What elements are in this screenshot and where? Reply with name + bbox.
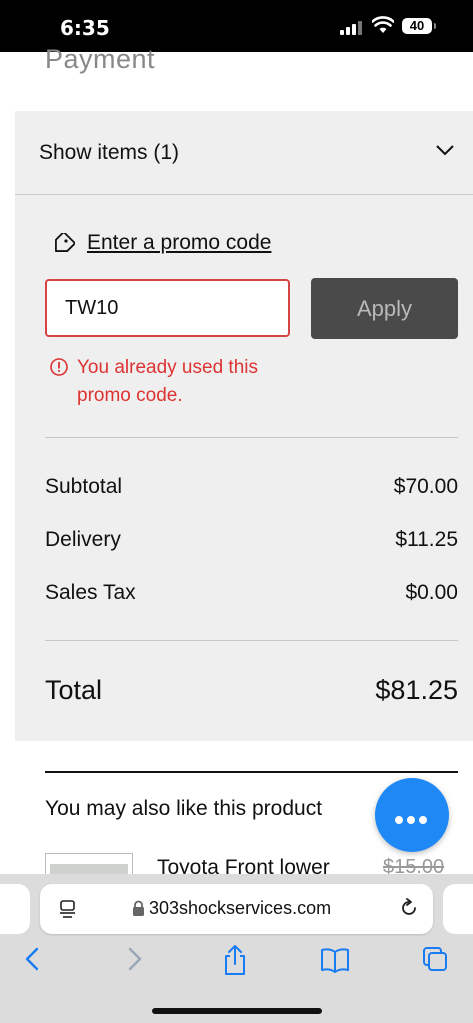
divider [45,437,458,438]
bookmarks-icon[interactable] [320,944,350,974]
total-label: Total [45,675,103,705]
delivery-label: Delivery [45,528,121,551]
error-icon [50,358,68,376]
divider [45,640,458,641]
tabs-icon[interactable] [421,944,449,974]
promo-code-input[interactable] [45,279,290,337]
chat-button[interactable] [375,778,449,852]
subtotal-value: $70.00 [393,475,458,498]
chevron-down-icon [436,145,454,156]
tag-icon [55,233,75,252]
page-title: Payment [45,44,156,74]
reload-icon[interactable] [398,897,420,919]
lock-icon [133,900,144,916]
show-items-toggle[interactable]: Show items (1) [15,111,473,195]
previous-tab-card[interactable] [0,884,30,934]
address-bar[interactable]: 303shockservices.com [40,884,433,934]
cellular-signal-icon [340,19,362,35]
total-value: $81.25 [375,675,458,705]
wifi-icon [372,16,394,33]
battery-icon: 40 [402,18,436,34]
apply-button[interactable]: Apply [311,278,458,339]
subtotal-label: Subtotal [45,475,123,498]
delivery-value: $11.25 [395,528,458,551]
sales-tax-label: Sales Tax [45,581,136,604]
error-message: You already used this promo code. [77,357,258,406]
next-tab-card[interactable] [443,884,473,934]
url-text: 303shockservices.com [149,898,332,918]
more-dots-icon [395,811,431,829]
sales-tax-value: $0.00 [405,581,458,604]
home-indicator [152,1008,322,1014]
promo-code-link-label: Enter a promo code [87,231,272,254]
forward-icon[interactable] [125,944,145,974]
page-settings-icon[interactable] [58,899,78,919]
status-time: 6:35 [60,16,110,40]
back-icon[interactable] [22,944,42,974]
related-products-title: You may also like this product [45,797,323,820]
browser-chrome: 303shockservices.com [0,874,473,1023]
related-products-section: You may also like this product [45,771,458,820]
order-summary: Show items (1) Enter a promo code Apply … [15,111,473,741]
show-items-label: Show items (1) [39,141,180,164]
share-icon[interactable] [222,944,248,976]
browser-toolbar [0,944,473,984]
